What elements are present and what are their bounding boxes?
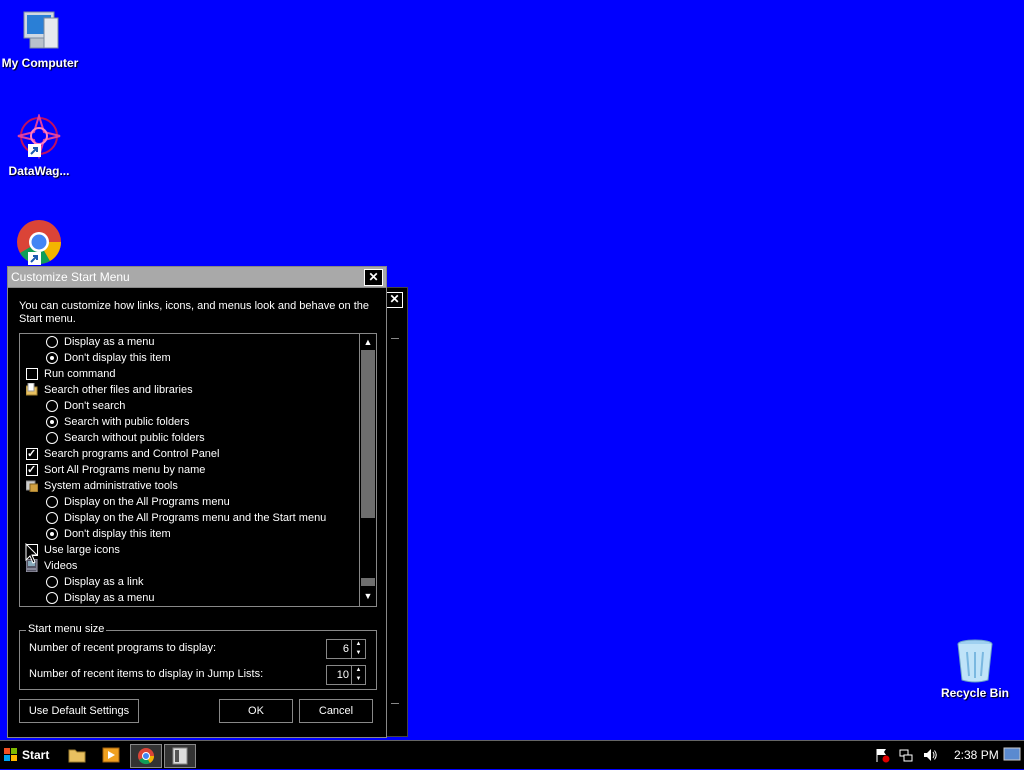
folder-icon (25, 382, 38, 396)
network-icon[interactable] (898, 747, 914, 763)
volume-icon[interactable] (922, 747, 938, 763)
dialog-title: Customize Start Menu (11, 270, 130, 284)
chrome-icon (138, 748, 155, 765)
radio-icon[interactable] (46, 592, 58, 604)
radio-icon[interactable] (46, 496, 58, 508)
show-desktop-icon[interactable] (1003, 747, 1021, 763)
start-menu-options-list[interactable]: Display as a menu Don't display this item… (19, 333, 377, 607)
scroll-up-icon[interactable]: ▲ (360, 334, 376, 350)
taskbar-chrome[interactable] (130, 744, 162, 768)
radio-icon[interactable] (46, 432, 58, 444)
customize-start-menu-dialog: Customize Start Menu ✕ You can customize… (7, 266, 387, 738)
list-item-label: Search other files and libraries (44, 384, 193, 396)
radio-icon[interactable] (46, 400, 58, 412)
desktop-icon-label: My Computer (1, 56, 79, 70)
computer-icon (23, 11, 59, 49)
radio-icon[interactable] (46, 512, 58, 524)
list-item-label: Use large icons (44, 544, 120, 556)
start-label: Start (22, 748, 50, 762)
list-item-label: Display as a link (64, 576, 144, 588)
dialog-titlebar[interactable]: Customize Start Menu ✕ (8, 267, 386, 288)
scrollbar-thumb[interactable] (361, 350, 375, 518)
media-player-icon (102, 747, 120, 763)
recent-programs-value[interactable]: 6 (343, 643, 349, 655)
spin-up-icon[interactable]: ▲ (352, 640, 365, 649)
list-item-label: Videos (44, 560, 78, 572)
checkbox-checked-icon[interactable] (26, 446, 38, 462)
desktop-icon-datawag[interactable]: DataWag... (0, 114, 79, 178)
vertical-scrollbar[interactable]: ▲ ▼ (359, 334, 376, 606)
close-button[interactable]: ✕ (364, 269, 383, 286)
recycle-bin-icon (957, 639, 993, 683)
datawag-icon (17, 114, 61, 160)
radio-selected-icon[interactable] (46, 416, 58, 428)
scrollbar-track-marker (361, 578, 375, 586)
radio-icon[interactable] (46, 336, 58, 348)
recent-programs-label: Number of recent programs to display: (29, 642, 217, 654)
taskbar-control-panel[interactable] (164, 744, 196, 768)
jump-list-label: Number of recent items to display in Jum… (29, 668, 264, 680)
divider (391, 338, 399, 339)
taskbar: Start 2:38 PM (0, 740, 1024, 769)
checkbox-checked-icon[interactable] (26, 462, 38, 478)
list-item-label: Display as a menu (64, 336, 155, 348)
desktop-icon-recycle-bin[interactable]: Recycle Bin (935, 638, 1015, 700)
list-item-label: Display as a menu (64, 592, 155, 604)
admin-tools-icon (25, 479, 39, 493)
chrome-icon (17, 220, 61, 265)
radio-selected-icon[interactable] (46, 528, 58, 540)
spin-down-icon[interactable]: ▼ (352, 675, 365, 684)
start-menu-size-group: Start menu size Number of recent program… (19, 623, 377, 690)
ok-button[interactable]: OK (219, 699, 293, 723)
list-item-label: Display on the All Programs menu (64, 496, 230, 508)
dialog-description: You can customize how links, icons, and … (19, 300, 369, 325)
action-center-flag-icon[interactable] (874, 747, 890, 763)
list-item-label: Run command (44, 368, 116, 380)
window-icon (172, 747, 188, 765)
spin-up-icon[interactable]: ▲ (352, 666, 365, 675)
scroll-down-icon[interactable]: ▼ (360, 588, 376, 604)
mouse-cursor-icon (25, 543, 39, 564)
cancel-button[interactable]: Cancel (299, 699, 373, 723)
list-item-label: Search programs and Control Panel (44, 448, 220, 460)
use-default-settings-button[interactable]: Use Default Settings (19, 699, 139, 723)
list-item-label: Don't display this item (64, 352, 171, 364)
folder-icon (68, 749, 86, 763)
jump-list-stepper[interactable]: 10 ▲ ▼ (326, 665, 366, 685)
list-item-label: Don't search (64, 400, 126, 412)
close-icon: ✕ (368, 270, 379, 284)
taskbar-clock[interactable]: 2:38 PM (954, 748, 999, 762)
group-legend: Start menu size (26, 623, 107, 635)
taskbar-explorer[interactable] (62, 744, 92, 766)
close-icon[interactable]: ✕ (386, 292, 403, 308)
desktop-icon-chrome[interactable] (0, 218, 79, 266)
checkbox-icon[interactable] (26, 368, 38, 380)
windows-logo-icon (4, 748, 17, 761)
recent-programs-stepper[interactable]: 6 ▲ ▼ (326, 639, 366, 659)
list-item-label: Don't display this item (64, 528, 171, 540)
spin-down-icon[interactable]: ▼ (352, 649, 365, 658)
list-item-label: Sort All Programs menu by name (44, 464, 206, 476)
desktop-icon-label: DataWag... (8, 164, 70, 178)
radio-icon[interactable] (46, 576, 58, 588)
list-item-label: Search without public folders (64, 432, 205, 444)
list-item-label: Display on the All Programs menu and the… (64, 512, 327, 524)
start-button[interactable]: Start (2, 744, 58, 766)
desktop-icon-label: Recycle Bin (940, 686, 1010, 700)
radio-selected-icon[interactable] (46, 352, 58, 364)
taskbar-media-player[interactable] (96, 744, 126, 766)
divider (391, 703, 399, 704)
list-item-label: Search with public folders (64, 416, 190, 428)
desktop-icon-my-computer[interactable]: My Computer (0, 10, 80, 70)
list-item-label: System administrative tools (44, 480, 178, 492)
jump-list-value[interactable]: 10 (337, 669, 349, 681)
